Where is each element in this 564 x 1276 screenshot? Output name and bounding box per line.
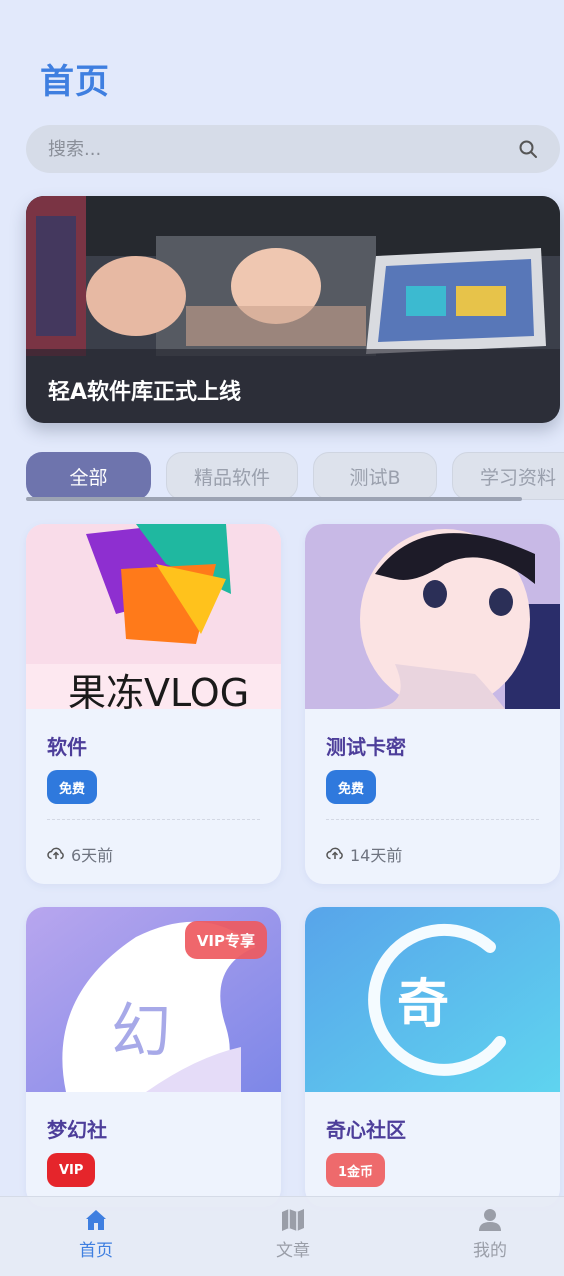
nav-label: 我的 bbox=[473, 1241, 507, 1261]
tabs-scrollbar[interactable] bbox=[26, 497, 522, 501]
anime-avatar-image bbox=[305, 524, 560, 709]
tab-label: 精品软件 bbox=[193, 466, 270, 489]
nav-profile[interactable]: 我的 bbox=[430, 1207, 550, 1267]
jelly-vlog-logo: 果冻VLOG bbox=[26, 524, 281, 709]
banner-title: 轻A软件库正式上线 bbox=[48, 380, 242, 405]
card-title: 梦幻社 bbox=[47, 1118, 107, 1142]
page-title: 首页 bbox=[40, 62, 110, 102]
cloud-upload-icon bbox=[326, 847, 343, 860]
resource-card[interactable]: 测试卡密 免费 14天前 bbox=[305, 524, 560, 884]
card-title: 奇心社区 bbox=[326, 1118, 406, 1142]
card-divider bbox=[47, 819, 260, 820]
card-meta: 14天前 bbox=[326, 842, 402, 866]
nav-label: 首页 bbox=[79, 1241, 113, 1261]
card-title: 软件 bbox=[47, 735, 87, 759]
search-input[interactable] bbox=[48, 125, 488, 173]
nav-home[interactable]: 首页 bbox=[36, 1207, 156, 1267]
price-badge: 免费 bbox=[326, 770, 377, 804]
card-time: 6天前 bbox=[71, 846, 114, 865]
tab-label: 测试B bbox=[349, 466, 401, 489]
bottom-navigation: 首页 文章 我的 bbox=[0, 1196, 564, 1276]
home-icon bbox=[86, 1210, 106, 1230]
tab-label: 学习资料 bbox=[479, 466, 556, 489]
search-bar[interactable] bbox=[26, 125, 560, 173]
tab-premium-software[interactable]: 精品软件 bbox=[166, 452, 298, 500]
qixin-community-logo: 奇 bbox=[305, 907, 560, 1092]
card-title: 测试卡密 bbox=[326, 735, 406, 759]
resource-card[interactable]: 幻 VIP专享 梦幻社 VIP bbox=[26, 907, 281, 1207]
tab-study-materials[interactable]: 学习资料 bbox=[452, 452, 564, 500]
price-badge: 1金币 bbox=[326, 1153, 386, 1187]
price-badge: 免费 bbox=[47, 770, 98, 804]
card-thumb-text: 幻 bbox=[111, 997, 171, 1067]
tab-all[interactable]: 全部 bbox=[26, 452, 151, 500]
resource-card[interactable]: 果冻VLOG 软件 免费 6天前 bbox=[26, 524, 281, 884]
card-thumbnail: 果冻VLOG bbox=[26, 524, 281, 709]
category-tabs: 全部 精品软件 测试B 学习资料 bbox=[26, 452, 564, 502]
cloud-upload-icon bbox=[47, 847, 64, 860]
card-thumbnail bbox=[305, 524, 560, 709]
nav-articles[interactable]: 文章 bbox=[233, 1207, 353, 1267]
nav-label: 文章 bbox=[276, 1241, 310, 1261]
card-thumb-text: 果冻VLOG bbox=[68, 671, 249, 709]
vip-exclusive-tag: VIP专享 bbox=[184, 921, 267, 959]
search-icon[interactable] bbox=[518, 139, 538, 159]
map-icon bbox=[282, 1209, 304, 1231]
tab-test-b[interactable]: 测试B bbox=[313, 452, 437, 500]
card-thumbnail: 奇 bbox=[305, 907, 560, 1092]
card-meta: 6天前 bbox=[47, 842, 113, 866]
card-divider bbox=[326, 819, 539, 820]
price-badge: VIP bbox=[47, 1153, 96, 1187]
resource-card[interactable]: 奇 奇心社区 1金币 bbox=[305, 907, 560, 1207]
user-icon bbox=[479, 1209, 501, 1231]
card-time: 14天前 bbox=[350, 846, 403, 865]
card-thumb-text: 奇 bbox=[397, 975, 449, 1035]
tab-label: 全部 bbox=[69, 466, 108, 489]
